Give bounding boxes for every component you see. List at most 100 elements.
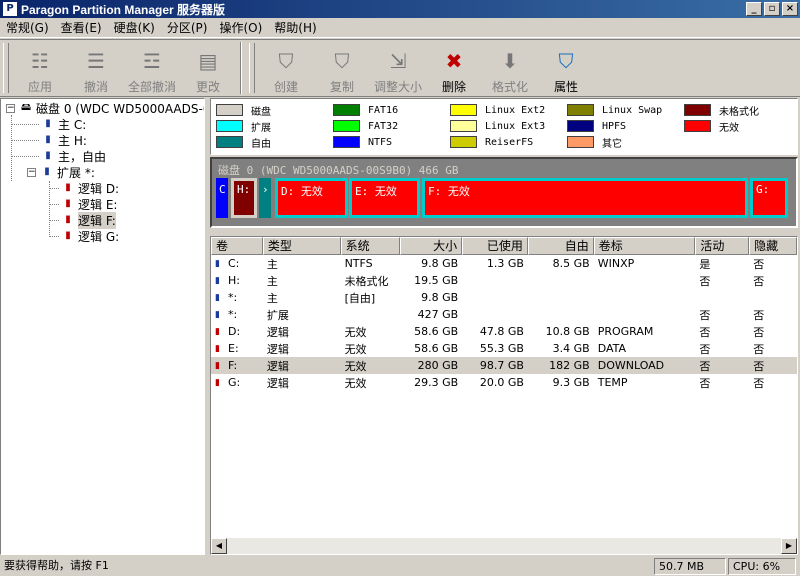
cell-text: 未格式化 bbox=[344, 274, 389, 288]
col-label[interactable]: 卷标 bbox=[593, 237, 696, 255]
maximize-button[interactable]: ▫ bbox=[764, 2, 780, 16]
legend-swatch bbox=[450, 104, 477, 116]
close-button[interactable]: × bbox=[782, 2, 798, 16]
col-free[interactable]: 自由 bbox=[527, 237, 594, 255]
menu-help[interactable]: 帮助(H) bbox=[268, 19, 322, 36]
table-cell: 否 bbox=[749, 273, 797, 289]
table-cell: ▮ F: bbox=[211, 359, 263, 372]
delete-button[interactable]: ✖ 删除 bbox=[426, 40, 482, 96]
cell-text: 无效 bbox=[344, 325, 367, 339]
menu-operations[interactable]: 操作(O) bbox=[213, 19, 268, 36]
tree-item-g[interactable]: ▮ 逻辑 G: bbox=[61, 228, 119, 244]
table-cell: 58.6 GB bbox=[400, 342, 462, 355]
legend-item: 未格式化 bbox=[684, 102, 759, 118]
tree-item-free[interactable]: ▮ 主，自由 bbox=[41, 148, 106, 164]
cell-text: E: bbox=[228, 342, 239, 355]
col-size[interactable]: 大小 bbox=[400, 237, 463, 255]
table-row[interactable]: ▮ C: 主 NTFS 9.8 GB 1.3 GB 8.5 GB WINXP 是 否 bbox=[211, 255, 797, 272]
table-row[interactable]: ▮ D: 逻辑 无效 58.6 GB 47.8 GB 10.8 GB PROGRAM 否 否 bbox=[211, 323, 797, 340]
commit-button[interactable]: ▤ 更改 bbox=[180, 40, 236, 96]
collapse-icon[interactable]: − bbox=[27, 167, 36, 177]
table-cell: 8.5 GB bbox=[528, 257, 594, 270]
properties-button[interactable]: ⛉ 属性 bbox=[538, 40, 594, 96]
table-row[interactable]: ▮ G: 逻辑 无效 29.3 GB 20.0 GB 9.3 GB TEMP 否 否 bbox=[211, 374, 797, 391]
tree-item-c[interactable]: ▮ 主 C: bbox=[41, 116, 86, 132]
col-active[interactable]: 活动 bbox=[695, 237, 750, 255]
horizontal-scrollbar[interactable]: ◀ ▶ bbox=[211, 538, 797, 554]
col-used[interactable]: 已使用 bbox=[462, 237, 528, 255]
table-cell: 280 GB bbox=[400, 359, 462, 372]
menu-general[interactable]: 常规(G) bbox=[0, 19, 55, 36]
copy-button[interactable]: ⛉ 复制 bbox=[314, 40, 370, 96]
table-cell: 47.8 GB bbox=[462, 325, 528, 338]
undo-all-button[interactable]: ☲ 全部撤消 bbox=[124, 40, 180, 96]
cell-text: 主 bbox=[266, 274, 278, 288]
table-cell: 逻辑 bbox=[263, 375, 341, 391]
format-button[interactable]: ⬇ 格式化 bbox=[482, 40, 538, 96]
toolbar-grip-2[interactable] bbox=[249, 43, 255, 93]
partition-block-g[interactable]: G: bbox=[750, 178, 788, 218]
cell-text: H: bbox=[228, 274, 240, 287]
minimize-button[interactable]: _ bbox=[746, 2, 762, 16]
pane-splitter[interactable] bbox=[205, 98, 209, 555]
window-title: Paragon Partition Manager 服务器版 bbox=[21, 2, 226, 17]
partition-block-d[interactable]: D: 无效 bbox=[275, 178, 348, 218]
cell-text: 否 bbox=[753, 342, 765, 356]
tree-item-h[interactable]: ▮ 主 H: bbox=[41, 132, 87, 148]
tree-line bbox=[11, 124, 39, 125]
apply-button[interactable]: ☷ 应用 bbox=[12, 40, 68, 96]
table-cell: 无效 bbox=[341, 375, 401, 391]
col-volume[interactable]: 卷 bbox=[211, 237, 263, 255]
cell-text: 逻辑 bbox=[266, 359, 289, 373]
legend-item: NTFS bbox=[333, 134, 392, 150]
table-cell: 未格式化 bbox=[341, 273, 401, 289]
menu-disk[interactable]: 硬盘(K) bbox=[108, 19, 161, 36]
partition-block-h[interactable]: H: bbox=[231, 178, 257, 218]
tree-line bbox=[49, 188, 59, 189]
scroll-left-icon[interactable]: ◀ bbox=[211, 538, 227, 554]
volume-icon: ▮ bbox=[215, 309, 220, 320]
table-cell: 3.4 GB bbox=[528, 342, 594, 355]
partition-icon: ▮ bbox=[44, 166, 50, 177]
partition-block-free[interactable]: › bbox=[259, 178, 271, 218]
partition-block-f[interactable]: F: 无效 bbox=[422, 178, 748, 218]
cell-text: 19.5 GB bbox=[414, 274, 459, 287]
col-system[interactable]: 系统 bbox=[340, 237, 401, 255]
resize-icon: ⇲ bbox=[389, 49, 407, 73]
partition-icon: ▮ bbox=[45, 150, 51, 161]
resize-button[interactable]: ⇲ 调整大小 bbox=[370, 40, 426, 96]
volume-icon: ▮ bbox=[215, 258, 220, 269]
table-row[interactable]: ▮ F: 逻辑 无效 280 GB 98.7 GB 182 GB DOWNLOAD 否 否 bbox=[211, 357, 797, 374]
scroll-right-icon[interactable]: ▶ bbox=[781, 538, 797, 554]
legend-swatch bbox=[216, 104, 243, 116]
menu-view[interactable]: 查看(E) bbox=[55, 19, 108, 36]
partition-block-e[interactable]: E: 无效 bbox=[349, 178, 420, 218]
table-cell: 否 bbox=[749, 358, 797, 374]
table-row[interactable]: ▮ *: 扩展 427 GB 否 否 bbox=[211, 306, 797, 323]
tree-item-e[interactable]: ▮ 逻辑 E: bbox=[61, 196, 117, 212]
tree-item-f[interactable]: ▮ 逻辑 F: bbox=[61, 211, 116, 229]
undo-button[interactable]: ☰ 撤消 bbox=[68, 40, 124, 96]
table-row[interactable]: ▮ H: 主 未格式化 19.5 GB 否 否 bbox=[211, 272, 797, 289]
tree-item-extended[interactable]: − ▮ 扩展 *: bbox=[27, 164, 95, 180]
table-cell: ▮ G: bbox=[211, 376, 263, 389]
disk-tree: − 🖴 磁盘 0 (WDC WD5000AADS-00S9 ▮ 主 C: ▮ 主… bbox=[0, 98, 205, 555]
table-cell: 否 bbox=[695, 358, 749, 374]
col-type[interactable]: 类型 bbox=[262, 237, 341, 255]
menu-partition[interactable]: 分区(P) bbox=[161, 19, 214, 36]
table-row[interactable]: ▮ *: 主 [自由] 9.8 GB bbox=[211, 289, 797, 306]
table-cell: 否 bbox=[695, 324, 749, 340]
table-header: 卷 类型 系统 大小 已使用 自由 卷标 活动 隐藏 bbox=[211, 237, 797, 255]
tree-item-d[interactable]: ▮ 逻辑 D: bbox=[61, 180, 119, 196]
table-cell: 主 bbox=[263, 273, 341, 289]
legend-item: 自由 bbox=[216, 134, 271, 150]
scroll-track[interactable] bbox=[227, 538, 781, 554]
toolbar-grip[interactable] bbox=[3, 43, 9, 93]
table-row[interactable]: ▮ E: 逻辑 无效 58.6 GB 55.3 GB 3.4 GB DATA 否 否 bbox=[211, 340, 797, 357]
partition-block-c[interactable]: C bbox=[216, 178, 228, 218]
collapse-icon[interactable]: − bbox=[6, 103, 15, 113]
cell-text: 否 bbox=[753, 308, 765, 322]
tree-item-disk0[interactable]: − 🖴 磁盘 0 (WDC WD5000AADS-00S9 bbox=[6, 100, 204, 116]
create-button[interactable]: ⛉ 创建 bbox=[258, 40, 314, 96]
col-hidden[interactable]: 隐藏 bbox=[749, 237, 797, 255]
